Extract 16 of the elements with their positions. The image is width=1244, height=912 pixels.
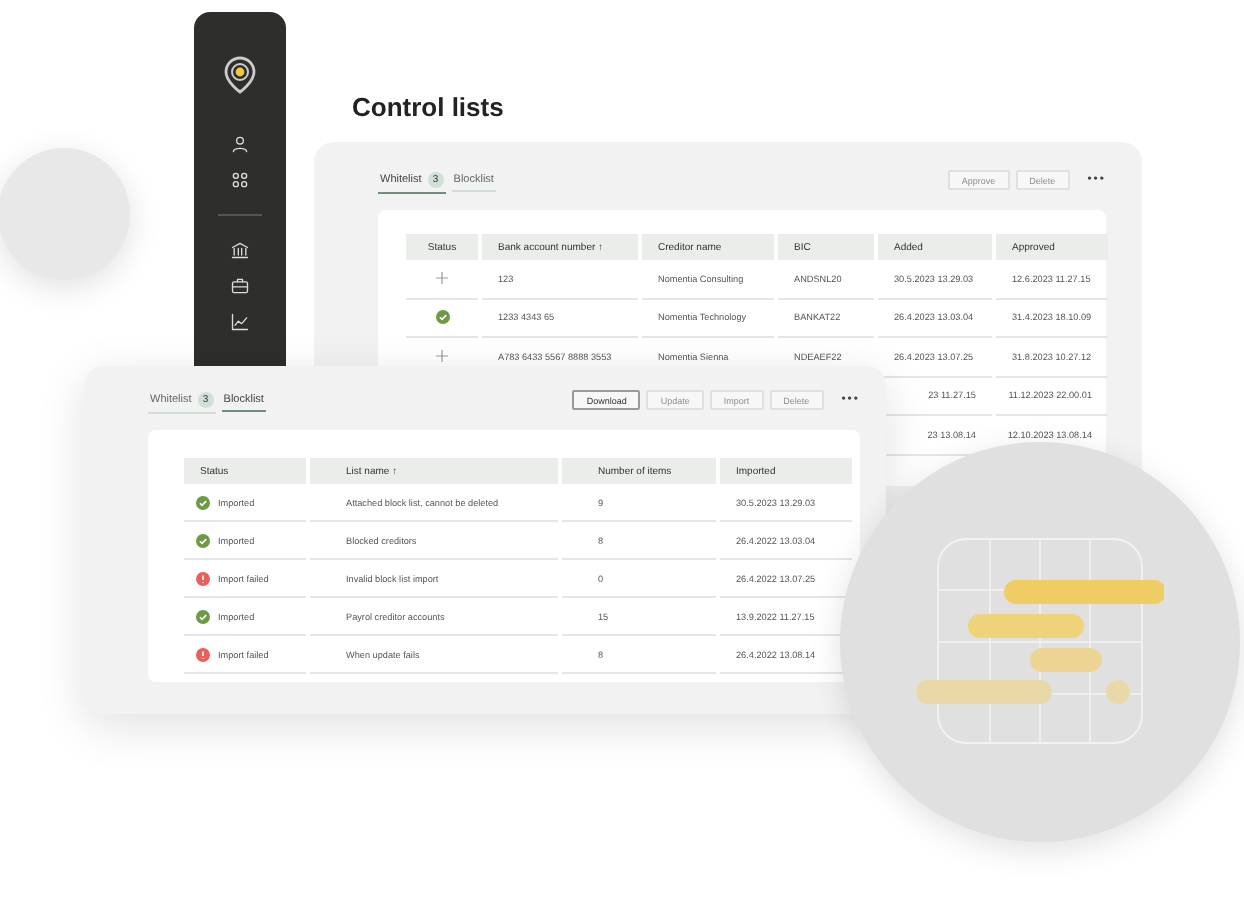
plus-icon xyxy=(436,350,448,363)
grid-icon xyxy=(230,170,250,190)
gantt-icon xyxy=(914,538,1164,746)
error-icon xyxy=(196,647,210,661)
check-icon xyxy=(196,495,210,509)
check-icon xyxy=(435,310,449,325)
page-title: Control lists xyxy=(352,92,504,122)
plus-icon xyxy=(436,272,448,285)
logo-icon xyxy=(224,56,256,94)
check-icon xyxy=(196,533,210,547)
briefcase-icon xyxy=(230,276,250,296)
bank-icon xyxy=(230,240,250,260)
chart-icon xyxy=(230,312,250,332)
person-icon xyxy=(230,134,250,154)
error-icon xyxy=(196,571,210,585)
check-icon xyxy=(196,609,210,623)
